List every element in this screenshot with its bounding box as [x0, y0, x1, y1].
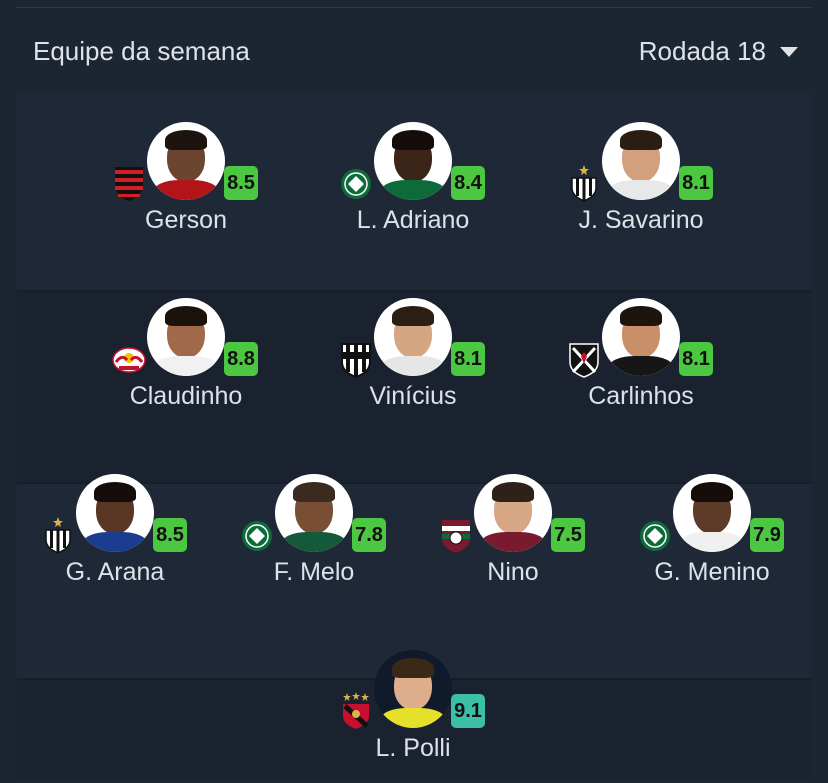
palmeiras-crest-icon	[341, 169, 371, 199]
vasco-crest-icon	[569, 343, 599, 378]
player-name: F. Melo	[273, 558, 355, 586]
rating-badge: 7.9	[750, 518, 784, 552]
player-name: Nino	[487, 558, 539, 586]
pitch-line	[17, 290, 811, 292]
top-divider	[16, 7, 812, 8]
red-bull-bragantino-crest-icon	[112, 347, 146, 373]
player-photo	[602, 298, 680, 376]
flamengo-crest-icon	[115, 167, 143, 201]
round-selector[interactable]: Rodada 18	[639, 36, 798, 67]
player-photo	[602, 122, 680, 200]
player-name: Carlinhos	[588, 382, 694, 410]
player-name: J. Savarino	[578, 206, 704, 234]
rating-badge: 7.5	[551, 518, 585, 552]
player-name: Claudinho	[129, 382, 243, 410]
rating-badge: 8.8	[224, 342, 258, 376]
atletico-mg-crest-icon	[571, 165, 597, 202]
round-selector-label: Rodada 18	[638, 36, 766, 66]
atletico-mg-crest-icon	[45, 517, 71, 554]
player-photo	[474, 474, 552, 552]
player-photo	[374, 298, 452, 376]
player-photo	[673, 474, 751, 552]
player-name: Gerson	[145, 206, 227, 234]
palmeiras-crest-icon	[242, 521, 272, 551]
chevron-down-icon	[780, 46, 798, 57]
player-photo	[76, 474, 154, 552]
rating-badge: 8.5	[224, 166, 258, 200]
palmeiras-crest-icon	[640, 521, 670, 551]
player-photo	[374, 122, 452, 200]
rating-badge: 8.1	[451, 342, 485, 376]
rating-badge: 7.8	[352, 518, 386, 552]
player-name: L. Adriano	[356, 206, 470, 234]
player-name: G. Arana	[65, 558, 165, 586]
player-name: Vinícius	[369, 382, 457, 410]
player-name: L. Polli	[375, 734, 451, 762]
player-photo	[147, 298, 225, 376]
rating-badge: 8.4	[451, 166, 485, 200]
rating-badge: 9.1	[451, 694, 485, 728]
fluminense-crest-icon	[442, 520, 470, 553]
player-name: G. Menino	[654, 558, 770, 586]
ceara-crest-icon	[341, 343, 371, 378]
player-photo	[275, 474, 353, 552]
player-photo	[374, 650, 452, 728]
rating-badge: 8.1	[679, 166, 713, 200]
rating-badge: 8.1	[679, 342, 713, 376]
page-title: Equipe da semana	[33, 36, 250, 66]
sport-recife-crest-icon	[343, 692, 369, 729]
rating-badge: 8.5	[153, 518, 187, 552]
player-photo	[147, 122, 225, 200]
